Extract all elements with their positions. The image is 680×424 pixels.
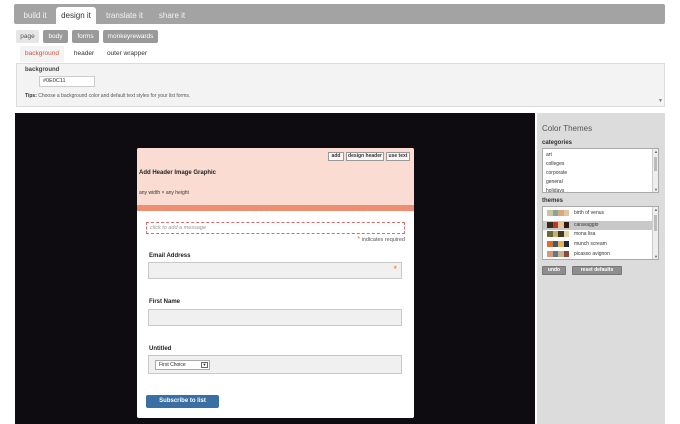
untitled-select[interactable]: First Choice ▼ [155,360,210,370]
theme-name: picasso avignon [574,251,610,257]
signup-form-card: add design header use text Add Header Im… [137,148,414,418]
themes-label: themes [542,198,564,204]
email-field[interactable]: * [148,262,402,279]
scroll-thumb[interactable] [654,157,657,171]
untitled-label: Untitled [149,346,172,352]
header-title: Add Header Image Graphic [139,170,217,176]
message-placeholder[interactable]: click to add a message [146,222,405,234]
categories-label: categories [542,140,573,146]
background-settings-panel: background #0E0C11 Tips: Choose a backgr… [16,63,665,107]
background-label: background [25,67,60,73]
subtab-page[interactable]: page [16,30,39,43]
scroll-thumb[interactable] [654,215,657,231]
tips-body: Choose a background color and default te… [38,93,191,99]
categories-list[interactable]: art colleges corporate general holidays … [542,148,659,193]
section-tab-outer-wrapper[interactable]: outer wrapper [104,46,150,62]
undo-button[interactable]: undo [542,266,566,275]
scroll-down-icon[interactable]: ▼ [654,187,658,192]
design-header-button[interactable]: design header [346,152,384,161]
background-color-input[interactable]: #0E0C11 [39,76,95,87]
form-designer: build it design it translate it share it… [0,0,680,424]
subtab-body[interactable]: body [43,30,68,43]
theme-row[interactable]: munch scream [543,240,653,249]
theme-swatch [547,251,569,257]
categories-scrollbar[interactable]: ▲ ▼ [652,149,658,192]
theme-name: mona lisa [574,231,596,237]
subtab-monkeyrewards[interactable]: monkeyrewards [103,30,158,43]
theme-swatch [547,210,569,216]
tab-build-it[interactable]: build it [18,7,52,29]
add-header-button[interactable]: add [328,152,344,161]
category-item[interactable]: general [546,179,563,185]
section-tab-header[interactable]: header [70,46,98,62]
theme-name: birth of venus [574,210,605,216]
category-item[interactable]: colleges [546,161,564,167]
theme-name: caravaggio [574,222,599,228]
themes-scrollbar[interactable]: ▲ ▼ [652,207,658,259]
header-accent-stripe [137,205,414,211]
tab-translate-it[interactable]: translate it [102,7,147,29]
untitled-field: First Choice ▼ [148,355,402,374]
main-tab-bar: build it design it translate it share it [14,4,665,29]
scroll-down-icon[interactable]: ▼ [658,98,663,104]
tips-text: Tips: Choose a background color and defa… [25,93,190,99]
tips-label: Tips: [25,93,37,99]
first-name-field[interactable] [148,309,402,326]
chevron-down-icon[interactable]: ▼ [201,362,208,368]
theme-row[interactable]: birth of venus [543,209,653,218]
scroll-up-icon[interactable]: ▲ [654,149,658,154]
section-tab-background[interactable]: background [20,46,64,62]
color-themes-title: Color Themes [542,124,593,133]
email-required-asterisk: * [393,264,397,274]
theme-row-selected[interactable]: caravaggio [543,221,653,230]
email-label: Email Address [149,253,191,259]
tab-design-it[interactable]: design it [56,7,96,29]
tab-share-it[interactable]: share it [153,7,191,29]
theme-name: munch scream [574,241,607,247]
subscribe-button[interactable]: Subscribe to list [146,395,219,408]
first-name-label: First Name [149,299,181,305]
form-header[interactable]: add design header use text Add Header Im… [137,148,414,205]
theme-swatch [547,241,569,247]
category-item[interactable]: corporate [546,170,567,176]
select-value: First Choice [159,362,186,368]
required-note-text: indicates required [361,237,405,243]
settings-scrollbar[interactable]: ▼ [658,66,663,104]
use-text-button[interactable]: use text [386,152,410,161]
scroll-up-icon[interactable]: ▲ [654,207,658,212]
theme-row[interactable]: picasso avignon [543,250,653,259]
category-item[interactable]: art [546,152,552,158]
theme-swatch [547,231,569,237]
subtab-forms[interactable]: forms [72,30,99,43]
reset-defaults-button[interactable]: reset defaults [572,266,622,275]
required-asterisk: * [357,236,361,243]
theme-swatch [547,222,569,228]
form-preview: add design header use text Add Header Im… [15,113,535,424]
scroll-down-icon[interactable]: ▼ [654,254,658,259]
header-size-hint: any width × any height [139,190,189,196]
category-item[interactable]: holidays [546,188,564,192]
theme-row[interactable]: mona lisa [543,230,653,239]
required-note: * indicates required [357,236,405,243]
themes-list[interactable]: birth of venus caravaggio mona lisa munc… [542,206,659,260]
color-themes-panel: Color Themes categories art colleges cor… [537,113,665,424]
